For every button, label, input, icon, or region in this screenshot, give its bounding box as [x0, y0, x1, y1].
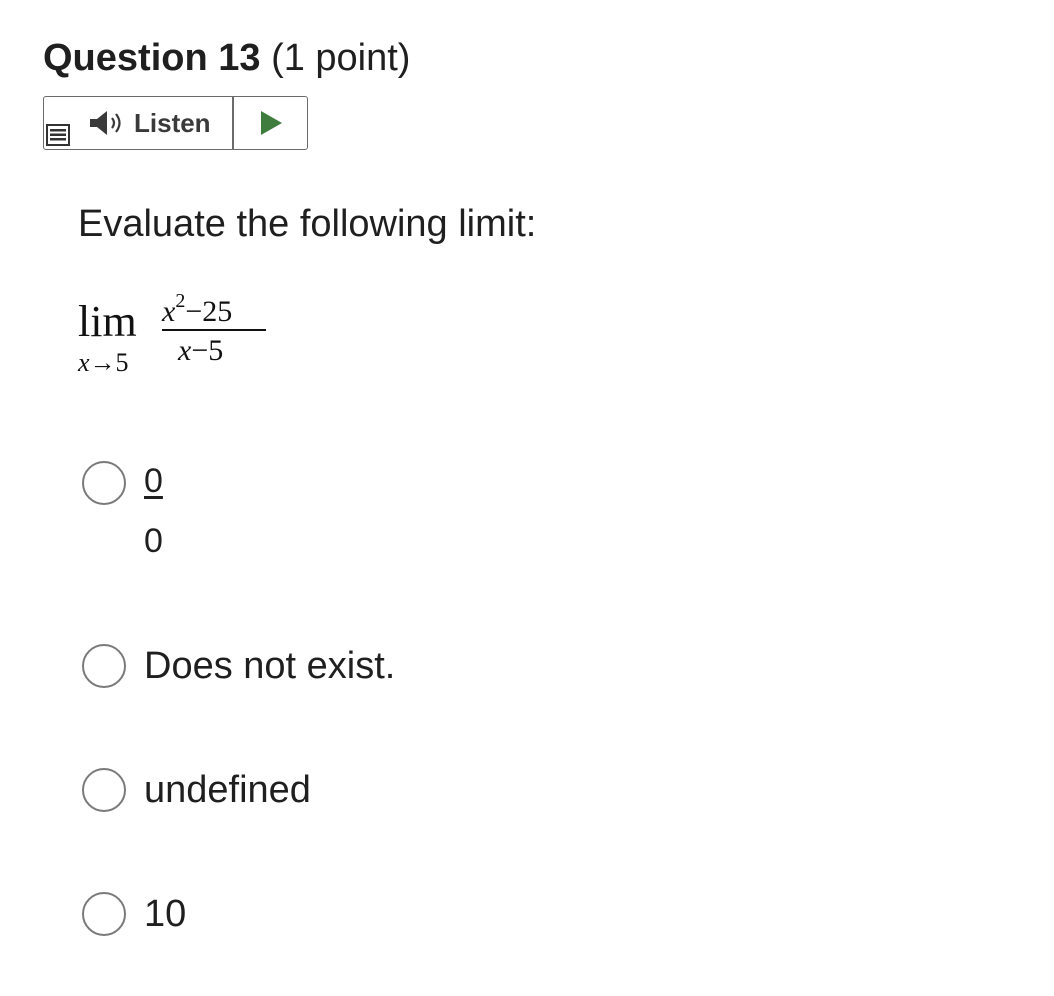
play-button[interactable] — [234, 97, 307, 149]
lim-operator: lim — [78, 297, 137, 346]
question-header: Question 13 (1 point) — [43, 30, 410, 86]
option-label: undefined — [144, 769, 311, 811]
question-points: (1 point) — [271, 37, 411, 79]
question-prompt: Evaluate the following limit: — [78, 203, 537, 245]
listen-label: Listen — [134, 107, 211, 138]
fraction-numerator: x2−25 — [162, 290, 233, 328]
option-fraction-numerator: 0 — [144, 462, 163, 500]
answer-option-3[interactable]: undefined — [82, 768, 311, 814]
answer-option-2[interactable]: Does not exist. — [82, 644, 395, 690]
limit-expression: lim x→5 x2−25 x−5 — [78, 290, 278, 380]
radio-button[interactable] — [82, 461, 126, 505]
fraction-bar — [162, 329, 266, 331]
radio-button[interactable] — [82, 768, 126, 812]
option-fraction: 0 0 — [144, 461, 163, 561]
radio-button[interactable] — [82, 892, 126, 936]
fraction-denominator: x−5 — [178, 334, 224, 367]
radio-button[interactable] — [82, 644, 126, 688]
answer-option-1[interactable]: 0 0 — [82, 461, 163, 561]
answer-option-4[interactable]: 10 — [82, 892, 186, 938]
speaker-icon — [90, 111, 121, 135]
option-label: Does not exist. — [144, 645, 396, 687]
option-label: 10 — [144, 893, 187, 935]
read-aloud-toolbar: Listen — [43, 96, 308, 150]
listen-button[interactable]: Listen — [88, 97, 211, 149]
lim-subscript: x→5 — [78, 348, 129, 377]
question-title: Question 13 — [43, 37, 261, 79]
option-fraction-denominator: 0 — [144, 522, 163, 560]
play-icon — [260, 111, 282, 135]
menu-icon[interactable] — [46, 124, 70, 146]
